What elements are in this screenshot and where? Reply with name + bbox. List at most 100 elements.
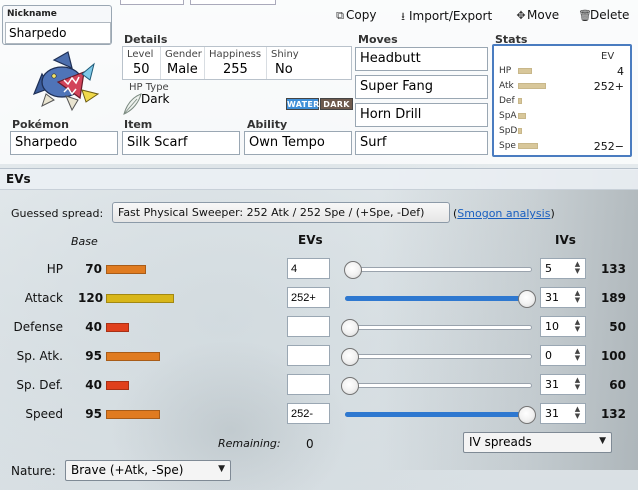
iv-input[interactable]: 31 ▲ ▼ <box>540 287 586 308</box>
stats-summary[interactable]: EV HP 4 Atk 252+ Def SpA SpD Spe 252− <box>492 44 632 157</box>
details-box[interactable]: Level 50 Gender Male Happiness 255 Shiny… <box>122 46 352 80</box>
base-stat-bar <box>106 294 174 303</box>
item-field[interactable]: Silk Scarf <box>122 131 240 155</box>
move-slot-1[interactable]: Headbutt <box>355 47 488 71</box>
type-badge-water: WATER <box>286 98 320 110</box>
ev-slider-track[interactable] <box>345 267 532 272</box>
remaining-value: 0 <box>306 437 314 451</box>
base-column-header: Base <box>71 235 98 248</box>
team-tab[interactable] <box>190 0 276 5</box>
gender-label: Gender <box>165 49 202 60</box>
iv-value: 10 <box>545 320 559 333</box>
stats-row-def: Def <box>494 94 630 108</box>
stat-total: 189 <box>600 291 626 305</box>
nature-select[interactable]: Brave (+Atk, -Spe) ▼ <box>65 460 231 481</box>
stat-total: 133 <box>600 262 626 276</box>
stat-row: Sp. Atk. 95 0 ▲ ▼ 100 <box>0 343 638 371</box>
copy-label: Copy <box>346 8 377 22</box>
move-slot-2[interactable]: Super Fang <box>355 75 488 99</box>
details-section-label: Details <box>124 33 168 46</box>
ev-input[interactable] <box>287 316 330 337</box>
base-stat-bar <box>106 265 146 274</box>
ev-input[interactable] <box>287 374 330 395</box>
remaining-label: Remaining: <box>218 437 281 450</box>
ev-slider-track[interactable] <box>345 354 532 359</box>
spinner-icon[interactable]: ▲ ▼ <box>573 348 582 363</box>
feather-item-icon <box>123 93 142 115</box>
ev-slider-thumb[interactable] <box>344 261 362 279</box>
import-export-button[interactable]: ⭳ Import/Export <box>397 8 492 26</box>
iv-value: 31 <box>545 407 559 420</box>
ev-slider-thumb[interactable] <box>341 319 359 337</box>
stats-row-bar <box>518 113 526 119</box>
spinner-icon[interactable]: ▲ ▼ <box>573 319 582 334</box>
evs-title: EVs <box>6 172 31 186</box>
team-tab[interactable] <box>120 0 184 5</box>
ability-field[interactable]: Own Tempo <box>244 131 352 155</box>
nickname-label: Nickname <box>7 9 57 19</box>
shiny-label: Shiny <box>271 49 299 60</box>
ev-slider-thumb[interactable] <box>518 406 536 424</box>
ivs-column-header: IVs <box>555 233 576 247</box>
spinner-icon[interactable]: ▲ ▼ <box>573 290 582 305</box>
stats-row-name: SpD <box>499 126 518 136</box>
iv-value: 5 <box>545 262 552 275</box>
shiny-cell[interactable]: Shiny No <box>267 47 351 79</box>
iv-input[interactable]: 0 ▲ ▼ <box>540 345 586 366</box>
delete-button[interactable]: 🗑Delete <box>578 8 629 26</box>
happiness-cell[interactable]: Happiness 255 <box>205 47 267 79</box>
stat-row: Attack 120 31 ▲▼ 189 <box>0 285 638 313</box>
stats-row-bar <box>518 98 522 104</box>
evs-header: EVs <box>0 168 638 190</box>
pokemon-field[interactable]: Sharpedo <box>10 131 118 155</box>
gender-value: Male <box>167 62 198 77</box>
spinner-icon[interactable]: ▲ ▼ <box>573 261 582 276</box>
ev-input[interactable] <box>287 287 330 308</box>
nickname-input[interactable] <box>5 22 111 44</box>
stat-total: 60 <box>609 378 626 392</box>
spinner-icon[interactable]: ▲ ▼ <box>573 377 582 392</box>
move-slot-3[interactable]: Horn Drill <box>355 103 488 127</box>
level-cell[interactable]: Level 50 <box>123 47 161 79</box>
spinner-icon[interactable]: ▲ ▼ <box>573 406 582 421</box>
stats-row-spa: SpA <box>494 109 630 123</box>
copy-button[interactable]: ⧉ Copy <box>334 8 376 26</box>
smogon-analysis-link[interactable]: Smogon analysis <box>457 207 550 220</box>
ev-slider-thumb[interactable] <box>341 377 359 395</box>
ev-input[interactable] <box>287 403 330 424</box>
base-stat-bar <box>106 323 129 332</box>
iv-input[interactable]: 10 ▲ ▼ <box>540 316 586 337</box>
smogon-analysis: (Smogon analysis) <box>453 207 555 220</box>
gender-cell[interactable]: Gender Male <box>161 47 205 79</box>
iv-spreads-select[interactable]: IV spreads ▼ <box>463 432 612 453</box>
iv-input[interactable]: 5 ▲ ▼ <box>540 258 586 279</box>
ev-slider-fill <box>345 412 532 417</box>
stats-row-hp: HP 4 <box>494 64 630 78</box>
move-button[interactable]: ✥Move <box>515 8 559 26</box>
ev-input[interactable] <box>287 258 330 279</box>
stat-row: Defense 40 10 ▲ ▼ 50 <box>0 314 638 342</box>
stats-row-ev: 4 <box>617 65 624 78</box>
item-label: Item <box>124 118 153 131</box>
move-slot-4[interactable]: Surf <box>355 131 488 155</box>
ev-slider-thumb[interactable] <box>341 348 359 366</box>
base-stat-bar <box>106 410 160 419</box>
iv-input[interactable]: 31 ▲ ▼ <box>540 374 586 395</box>
stat-name: Attack <box>24 291 63 305</box>
guessed-spread-button[interactable]: Fast Physical Sweeper: 252 Atk / 252 Spe… <box>112 202 450 223</box>
level-value: 50 <box>133 62 150 77</box>
ev-slider-track[interactable] <box>345 325 532 330</box>
import-export-label: Import/Export <box>409 9 493 23</box>
ev-slider-fill <box>345 296 532 301</box>
iv-input[interactable]: 31 ▲ ▼ <box>540 403 586 424</box>
ev-slider-track[interactable] <box>345 383 532 388</box>
nickname-box: Nickname <box>2 5 112 45</box>
stat-name: HP <box>46 262 63 276</box>
stat-name: Defense <box>13 320 63 334</box>
shiny-value: No <box>275 62 293 77</box>
stats-row-bar <box>518 68 532 74</box>
iv-value: 31 <box>545 378 559 391</box>
pokemon-sprite <box>32 51 100 112</box>
ev-input[interactable] <box>287 345 330 366</box>
ev-slider-thumb[interactable] <box>518 290 536 308</box>
